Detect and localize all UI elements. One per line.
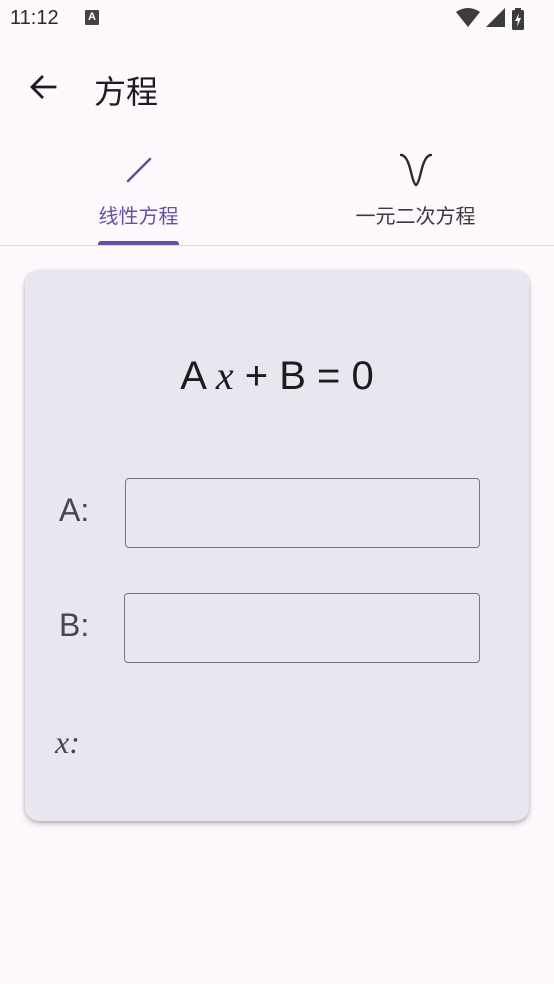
arrow-back-icon xyxy=(30,75,57,99)
coefficient-b-input[interactable] xyxy=(124,593,480,663)
tab-label-quadratic: 一元二次方程 xyxy=(355,204,476,228)
signal-icon xyxy=(486,8,505,27)
equation-card: A x + B = 0 A: B: x: xyxy=(25,270,529,821)
wifi-icon xyxy=(456,8,480,27)
label-x: x: xyxy=(55,724,80,760)
tab-quadratic-equation[interactable]: 一元二次方程 xyxy=(277,138,554,245)
back-button[interactable] xyxy=(19,63,67,111)
linear-icon xyxy=(119,152,159,188)
equation-coef-a: A xyxy=(180,354,205,398)
parabola-icon xyxy=(396,152,436,188)
tab-indicator xyxy=(98,241,179,245)
a-icon: A xyxy=(85,10,99,25)
status-icons xyxy=(456,8,546,30)
coefficient-a-input[interactable] xyxy=(125,478,480,548)
app-bar: 方程 xyxy=(0,38,554,134)
equation-display: A x + B = 0 xyxy=(25,352,529,399)
equation-variable: x xyxy=(215,353,234,398)
page-title: 方程 xyxy=(94,73,159,111)
battery-charging-icon xyxy=(512,8,524,30)
status-time: 11:12 xyxy=(10,7,59,29)
label-b: B: xyxy=(59,607,90,643)
tab-bar: 线性方程 一元二次方程 xyxy=(0,138,554,246)
label-a: A: xyxy=(59,492,90,528)
tab-label-linear: 线性方程 xyxy=(98,204,179,228)
status-bar: 11:12 A xyxy=(0,0,554,38)
tab-linear-equation[interactable]: 线性方程 xyxy=(0,138,277,245)
equation-rest: + B = 0 xyxy=(244,354,374,398)
